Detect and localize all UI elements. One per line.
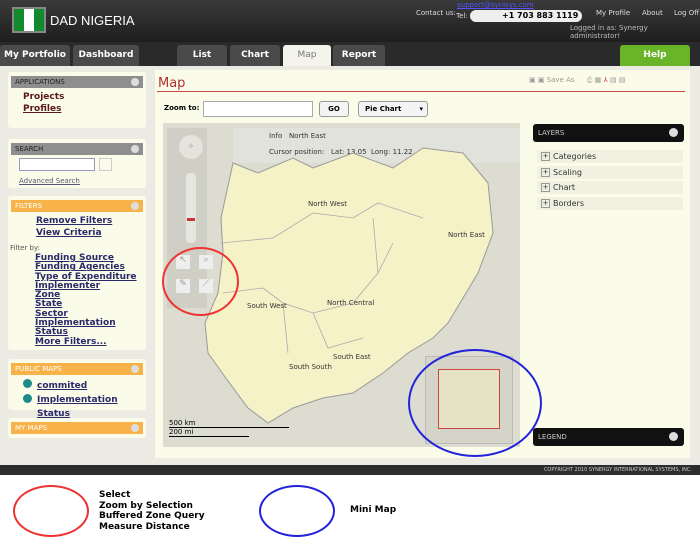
zoom-to-label: Zoom to:	[164, 104, 200, 112]
app-title: DAD NIGERIA	[50, 13, 135, 28]
collapse-icon	[669, 128, 678, 137]
layer-borders[interactable]: Borders	[537, 197, 683, 210]
projects-link[interactable]: Projects	[23, 92, 146, 102]
collapse-icon[interactable]	[131, 424, 139, 432]
log-off-link[interactable]: Log Off	[674, 9, 699, 17]
search-icon[interactable]	[99, 158, 112, 171]
search-panel: SEARCH Advanced Search	[8, 139, 146, 188]
help-button[interactable]: Help	[620, 45, 690, 66]
remove-filters-link[interactable]: Remove Filters	[36, 215, 146, 227]
print-icon[interactable]: ⎙	[587, 76, 593, 84]
footer: COPYRIGHT 2010 SYNERGY INTERNATIONAL SYS…	[0, 465, 700, 475]
advanced-search-link[interactable]: Advanced Search	[19, 177, 80, 185]
support-email-link[interactable]: support@synisys.com	[457, 1, 534, 9]
region-north-central[interactable]: North Central	[327, 299, 374, 307]
red-tools-annotation	[162, 247, 239, 316]
my-portfolio-button[interactable]: My Portfolio	[0, 45, 70, 66]
toolbar-icons: ▣ ▣ Save As ⎙ ▦ ⅄ ▤ ▤	[529, 76, 625, 85]
header: DAD NIGERIA Contact us: support@synisys.…	[0, 0, 700, 42]
layer-chart[interactable]: Chart	[537, 181, 683, 194]
chevron-down-icon: ▾	[419, 105, 423, 113]
phone-box[interactable]: +1 703 883 1119	[470, 10, 582, 22]
view-criteria-link[interactable]: View Criteria	[36, 227, 146, 239]
save-icon[interactable]: ▣	[529, 76, 538, 84]
collapse-icon[interactable]	[131, 145, 139, 153]
go-button[interactable]: GO	[319, 101, 349, 117]
public-map-commited[interactable]: commited	[37, 379, 146, 393]
filter-link[interactable]: Implementation Status	[35, 319, 146, 338]
phone-number: +1 703 883 1119	[502, 11, 579, 20]
region-south-west[interactable]: South West	[247, 302, 287, 310]
layers-header[interactable]: LAYERS	[533, 124, 684, 142]
collapse-icon[interactable]	[131, 202, 139, 210]
my-profile-link[interactable]: My Profile	[596, 9, 630, 17]
annotation-red-text: Select Zoom by Selection Buffered Zone Que…	[99, 490, 205, 532]
export-icon[interactable]: ▦	[595, 76, 602, 84]
region-north-east[interactable]: North East	[448, 231, 485, 239]
region-south-south[interactable]: South South	[289, 363, 332, 371]
expand-icon	[669, 432, 678, 441]
annotation-red-ellipse	[13, 485, 89, 537]
applications-panel: APPLICATIONS Projects Profiles	[8, 72, 146, 128]
search-input[interactable]	[19, 158, 95, 171]
tab-report[interactable]: Report	[333, 45, 385, 66]
zoom-to-input[interactable]	[203, 101, 313, 117]
filter-by-label: Filter by:	[10, 244, 40, 252]
chart-type-select[interactable]: Pie Chart ▾	[358, 101, 428, 117]
dashboard-button[interactable]: Dashboard	[73, 45, 139, 66]
pdf-icon[interactable]: ⅄	[603, 76, 607, 84]
applications-header[interactable]: APPLICATIONS	[11, 76, 143, 88]
layer-scaling[interactable]: Scaling	[537, 166, 683, 179]
public-map-implementation-status[interactable]: Implementation Status	[37, 393, 146, 421]
layer-categories[interactable]: Categories	[537, 150, 683, 163]
region-north-west[interactable]: North West	[308, 200, 347, 208]
blue-minimap-annotation	[408, 349, 542, 457]
tab-map[interactable]: Map	[283, 45, 331, 66]
my-maps-panel: MY MAPS	[8, 418, 146, 438]
save-as-button[interactable]: Save As	[547, 76, 575, 84]
contact-label: Contact us:	[416, 9, 456, 17]
collapse-icon[interactable]	[131, 78, 139, 86]
public-maps-panel: PUBLIC MAPS commited Implementation Stat…	[8, 359, 146, 419]
page-title: Map	[158, 76, 186, 91]
about-link[interactable]: About	[642, 9, 663, 17]
collapse-icon[interactable]	[131, 365, 139, 373]
tab-list[interactable]: List	[177, 45, 227, 66]
filters-panel: FILTERS Remove Filters View Criteria Filt…	[8, 196, 146, 350]
region-south-east[interactable]: South East	[333, 353, 371, 361]
legend-header[interactable]: LEGEND	[533, 428, 684, 446]
nav-bar: My Portfolio Dashboard List Chart Map Re…	[0, 42, 700, 66]
globe-icon	[23, 379, 32, 388]
save-as-icon[interactable]: ▣	[538, 76, 547, 84]
word-icon[interactable]: ▤	[610, 76, 617, 84]
excel-icon[interactable]: ▤	[619, 76, 626, 84]
scale-bar: 500 km 200 mi	[169, 419, 289, 441]
filter-link[interactable]: More Filters...	[35, 337, 146, 347]
map-viewport[interactable]: ✥ ↖ ⌕ ✎ ⟋ Info North East Cursor positio…	[162, 123, 542, 457]
globe-icon	[23, 394, 32, 403]
logged-in-text: Logged in as: Synergy administrator!	[570, 24, 648, 40]
annotation-blue-ellipse	[259, 485, 335, 537]
annotation-blue-text: Mini Map	[350, 505, 397, 515]
tel-label: Tel:	[456, 12, 468, 20]
tab-chart[interactable]: Chart	[230, 45, 280, 66]
nigeria-flag-logo	[12, 7, 46, 33]
profiles-link[interactable]: Profiles	[23, 104, 146, 114]
